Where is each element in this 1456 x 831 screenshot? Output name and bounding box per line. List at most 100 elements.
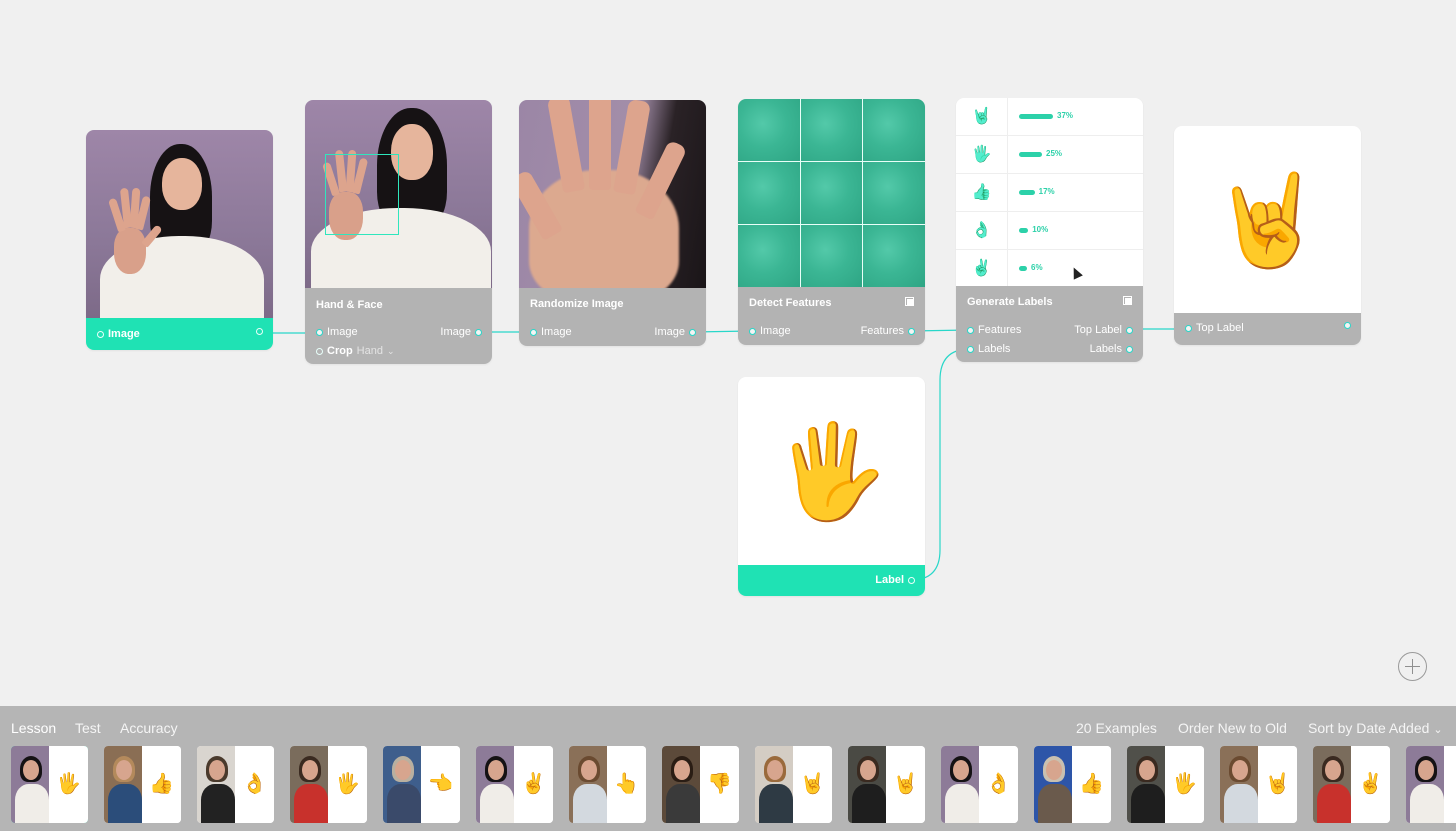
example-thumbnail[interactable]: 👍 bbox=[1034, 746, 1111, 823]
example-label-emoji-icon: 🖐 bbox=[1165, 746, 1204, 823]
port-dot-icon bbox=[1344, 322, 1351, 329]
port-label: Image bbox=[541, 326, 572, 338]
examples-strip[interactable]: 🖐 👍 👌 🖐 👈 ✌ 👆 👎 🤘 🤘 👌 👍 🖐 🤘 ✌ bbox=[11, 746, 1456, 824]
port-label: Image bbox=[440, 326, 471, 338]
port-dot-icon bbox=[689, 328, 696, 336]
port-dot-icon bbox=[749, 327, 756, 335]
confidence-bar bbox=[1019, 190, 1035, 195]
top-label-output-connector[interactable] bbox=[1344, 322, 1351, 329]
port-dot-icon bbox=[1126, 345, 1133, 353]
port-label: Labels bbox=[1089, 343, 1122, 355]
chevron-down-icon: ⌄ bbox=[386, 345, 395, 356]
gesture-icon: 👌 bbox=[956, 212, 1008, 249]
detect-features-node[interactable]: Detect Features Image Features bbox=[738, 99, 925, 345]
expand-icon[interactable] bbox=[905, 297, 914, 306]
port-dot-icon bbox=[316, 328, 323, 336]
image-output-port[interactable]: Image bbox=[440, 326, 482, 338]
tab-test[interactable]: Test bbox=[75, 720, 101, 736]
example-label-emoji-icon: 👎 bbox=[700, 746, 739, 823]
chevron-down-icon: ⌄ bbox=[1433, 724, 1443, 736]
raised-hand-emoji-icon: 🖐 bbox=[774, 421, 889, 523]
top-label-input-port[interactable]: Top Label bbox=[1185, 322, 1244, 334]
example-photo bbox=[941, 746, 979, 823]
node-title: Generate Labels bbox=[967, 296, 1053, 308]
prediction-row: 👌 10% bbox=[956, 212, 1143, 250]
label-node[interactable]: 🖐 Label bbox=[738, 377, 925, 596]
features-output-port[interactable]: Features bbox=[861, 325, 915, 337]
port-label: Image bbox=[108, 328, 140, 340]
crop-select[interactable]: Crop Hand ⌄ bbox=[316, 345, 395, 357]
add-node-button[interactable] bbox=[1398, 652, 1427, 681]
generate-labels-node[interactable]: 🤘 37% 🖐 25% 👍 17% 👌 10% ✌ 6% Generate Labels Feat… bbox=[956, 98, 1143, 362]
example-thumbnail[interactable]: 🤘 bbox=[1220, 746, 1297, 823]
example-thumbnail[interactable]: 👈 bbox=[383, 746, 460, 823]
tab-accuracy[interactable]: Accuracy bbox=[120, 720, 178, 736]
example-thumbnail[interactable] bbox=[1406, 746, 1456, 823]
top-label-preview: 🤘 bbox=[1174, 126, 1361, 313]
order-toggle[interactable]: Order New to Old bbox=[1178, 720, 1287, 736]
example-label-emoji-icon: 🤘 bbox=[886, 746, 925, 823]
port-dot-icon bbox=[530, 328, 537, 336]
example-thumbnail[interactable]: ✌ bbox=[1313, 746, 1390, 823]
randomize-image-node[interactable]: Randomize Image Image Image bbox=[519, 100, 706, 346]
hand-face-node[interactable]: Hand & Face Image Image Crop Hand ⌄ bbox=[305, 100, 492, 364]
labels-input-port[interactable]: Labels bbox=[967, 343, 1010, 355]
port-label: Image bbox=[654, 326, 685, 338]
top-label-output-port[interactable]: Top Label bbox=[1074, 324, 1133, 336]
randomize-footer: Randomize Image Image Image bbox=[519, 288, 706, 346]
label-output-port[interactable]: Label bbox=[875, 574, 915, 586]
example-photo bbox=[662, 746, 700, 823]
example-photo bbox=[11, 746, 49, 823]
example-thumbnail[interactable]: 🤘 bbox=[848, 746, 925, 823]
tab-lesson[interactable]: Lesson bbox=[11, 720, 56, 736]
gesture-icon: 🤘 bbox=[956, 98, 1008, 135]
features-input-port[interactable]: Features bbox=[967, 324, 1021, 336]
labels-output-port[interactable]: Labels bbox=[1090, 343, 1133, 355]
example-label-emoji-icon: 👌 bbox=[979, 746, 1018, 823]
expand-icon[interactable] bbox=[1123, 296, 1132, 305]
randomized-image-preview bbox=[519, 100, 706, 288]
example-thumbnail[interactable]: 🖐 bbox=[1127, 746, 1204, 823]
example-label-emoji-icon: 👌 bbox=[235, 746, 274, 823]
example-photo bbox=[290, 746, 328, 823]
gesture-icon: 👍 bbox=[956, 174, 1008, 211]
example-thumbnail[interactable]: 👆 bbox=[569, 746, 646, 823]
example-photo bbox=[197, 746, 235, 823]
example-label-emoji-icon: 🤘 bbox=[1258, 746, 1297, 823]
gesture-icon: ✌ bbox=[956, 250, 1008, 286]
image-input-port[interactable]: Image bbox=[749, 325, 791, 337]
example-thumbnail[interactable]: ✌ bbox=[476, 746, 553, 823]
image-output-connector[interactable] bbox=[256, 328, 263, 335]
port-dot-icon bbox=[256, 328, 263, 335]
image-output-port[interactable]: Image bbox=[654, 326, 696, 338]
example-thumbnail[interactable]: 👎 bbox=[662, 746, 739, 823]
example-photo bbox=[1034, 746, 1072, 823]
example-thumbnail[interactable]: 🤘 bbox=[755, 746, 832, 823]
image-input-port[interactable]: Image bbox=[530, 326, 572, 338]
port-label: Image bbox=[760, 325, 791, 337]
image-input-node[interactable]: Image bbox=[86, 130, 273, 350]
top-label-footer: Top Label bbox=[1174, 313, 1361, 345]
sort-label: Sort by Date Added bbox=[1308, 720, 1430, 736]
crop-value: Hand bbox=[356, 345, 383, 357]
port-dot-icon bbox=[908, 576, 915, 584]
top-label-node[interactable]: 🤘 Top Label bbox=[1174, 126, 1361, 345]
crop-label: Crop bbox=[327, 345, 353, 357]
image-output-port[interactable]: Image bbox=[97, 328, 140, 340]
example-thumbnail[interactable]: 👌 bbox=[197, 746, 274, 823]
example-thumbnail[interactable]: 🖐 bbox=[11, 746, 88, 823]
gesture-icon: 🖐 bbox=[956, 136, 1008, 173]
detect-features-footer: Detect Features Image Features bbox=[738, 287, 925, 345]
port-label: Features bbox=[978, 324, 1022, 336]
image-input-port[interactable]: Image bbox=[316, 326, 358, 338]
port-dot-icon bbox=[1126, 326, 1133, 334]
port-dot-icon bbox=[967, 345, 974, 353]
feature-map-preview bbox=[738, 99, 925, 287]
port-label: Labels bbox=[978, 343, 1011, 355]
node-title: Detect Features bbox=[749, 297, 832, 309]
pipeline-canvas[interactable]: Image Hand & Face Image Image Crop Hand … bbox=[0, 0, 1456, 706]
example-thumbnail[interactable]: 🖐 bbox=[290, 746, 367, 823]
sort-dropdown[interactable]: Sort by Date Added ⌄ bbox=[1308, 720, 1443, 736]
example-thumbnail[interactable]: 👍 bbox=[104, 746, 181, 823]
example-thumbnail[interactable]: 👌 bbox=[941, 746, 1018, 823]
